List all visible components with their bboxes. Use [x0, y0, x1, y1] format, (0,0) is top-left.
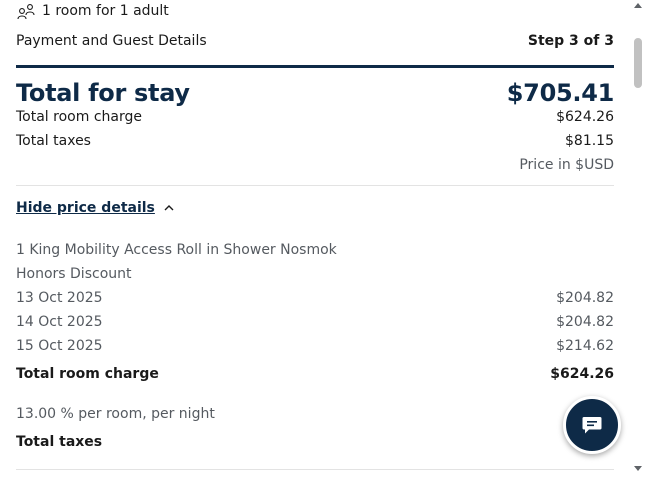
total-value: $705.41	[506, 79, 615, 107]
room-type: 1 King Mobility Access Roll in Shower No…	[16, 242, 337, 258]
scroll-down-arrow-icon[interactable]	[634, 466, 642, 471]
tax-rate-row: 13.00 % per room, per night	[16, 404, 614, 424]
night-date: 13 Oct 2025	[16, 290, 103, 306]
night-date: 14 Oct 2025	[16, 314, 103, 330]
taxes-value: $81.15	[565, 133, 614, 149]
room-total-value: $624.26	[550, 366, 614, 382]
step-title: Payment and Guest Details	[16, 33, 207, 49]
guest-summary-label: 1 room for 1 adult	[42, 3, 169, 19]
scroll-up-arrow-icon[interactable]	[634, 3, 642, 8]
guests-icon	[17, 4, 35, 20]
scrollbar[interactable]	[630, 0, 645, 483]
night-price: $214.62	[556, 338, 614, 354]
chat-icon	[582, 417, 602, 434]
nightly-rate-row: 15 Oct 2025 $214.62	[16, 336, 614, 356]
total-for-stay: Total for stay $705.41	[16, 78, 614, 108]
header-divider	[16, 65, 614, 68]
nightly-rate-row: 14 Oct 2025 $204.82	[16, 312, 614, 332]
taxes-row: Total taxes $81.15	[16, 131, 614, 151]
nightly-rate-row: 13 Oct 2025 $204.82	[16, 288, 614, 308]
tax-rate: 13.00 % per room, per night	[16, 406, 215, 422]
step-header: Payment and Guest Details Step 3 of 3	[16, 30, 614, 52]
scrollbar-thumb[interactable]	[634, 38, 642, 88]
guest-summary: 1 room for 1 adult	[16, 0, 169, 22]
currency-note: Price in $USD	[519, 157, 614, 173]
chevron-up-icon	[164, 205, 174, 211]
room-charge-value: $624.26	[556, 109, 614, 125]
night-price: $204.82	[556, 314, 614, 330]
hide-price-details-link[interactable]: Hide price details	[16, 198, 175, 218]
chat-button[interactable]	[563, 396, 621, 454]
room-type-row: 1 King Mobility Access Roll in Shower No…	[16, 240, 614, 260]
room-total-row: Total room charge $624.26	[16, 364, 614, 384]
currency-row: Price in $USD	[16, 155, 614, 175]
room-total-label: Total room charge	[16, 366, 159, 382]
room-charge-row: Total room charge $624.26	[16, 107, 614, 127]
total-label: Total for stay	[16, 79, 190, 107]
room-charge-label: Total room charge	[16, 109, 142, 125]
rate-name-row: Honors Discount	[16, 264, 614, 284]
hide-price-details-label: Hide price details	[16, 200, 155, 216]
details-divider	[16, 469, 614, 470]
tax-total-label: Total taxes	[16, 434, 103, 450]
night-price: $204.82	[556, 290, 614, 306]
night-date: 15 Oct 2025	[16, 338, 103, 354]
step-indicator: Step 3 of 3	[527, 33, 614, 49]
summary-divider	[16, 185, 614, 186]
taxes-label: Total taxes	[16, 133, 91, 149]
tax-total-row: Total taxes	[16, 432, 614, 452]
rate-name: Honors Discount	[16, 266, 132, 282]
